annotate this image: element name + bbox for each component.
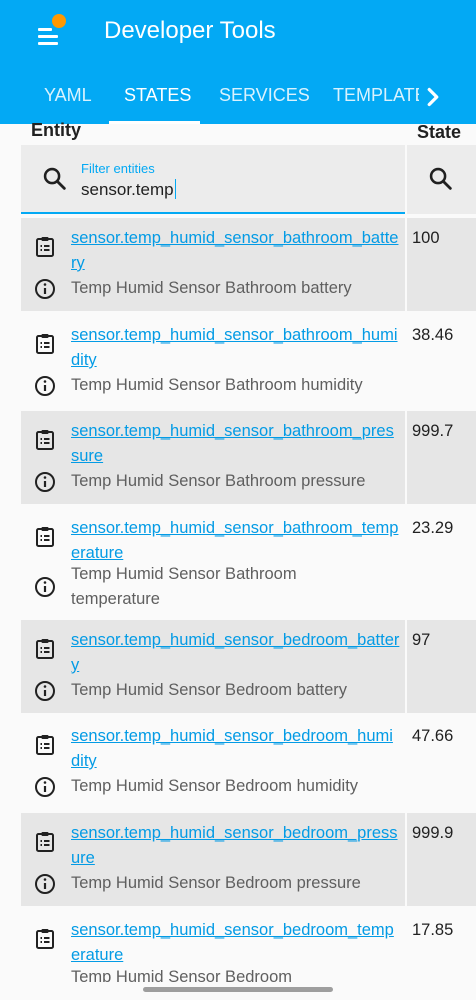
clipboard-list-icon[interactable] (33, 830, 57, 854)
table-row: sensor.temp_humid_sensor_bathroom_humidi… (0, 315, 476, 408)
state-value: 17.85 (412, 921, 454, 939)
state-cell: 100 (407, 218, 476, 311)
entity-id-link[interactable]: sensor.temp_humid_sensor_bedroom_pressur… (71, 821, 401, 871)
filter-input-text: sensor.temp (81, 180, 174, 199)
entity-cell: sensor.temp_humid_sensor_bedroom_humidit… (21, 716, 405, 809)
state-value: 47.66 (412, 727, 454, 745)
friendly-name: Temp Humid Sensor Bedroom battery (71, 681, 348, 699)
friendly-name: Temp Humid Sensor Bedroom pressure (71, 874, 361, 892)
clipboard-list-icon[interactable] (33, 927, 57, 951)
state-cell: 47.66 (407, 716, 476, 809)
table-row: sensor.temp_humid_sensor_bedroom_battery… (0, 620, 476, 713)
state-cell: 38.46 (407, 315, 476, 408)
notification-badge (52, 14, 66, 28)
tab-template[interactable]: TEMPLATE (333, 72, 419, 124)
text-caret (174, 179, 176, 199)
state-cell: 999.7 (407, 411, 476, 504)
entity-id-link[interactable]: sensor.temp_humid_sensor_bathroom_pressu… (71, 419, 401, 469)
clipboard-list-icon[interactable] (33, 733, 57, 757)
filter-label: Filter entities (81, 161, 155, 176)
table-row: sensor.temp_humid_sensor_bedroom_tempera… (0, 910, 476, 982)
table-row: sensor.temp_humid_sensor_bathroom_temper… (0, 508, 476, 616)
entity-id-link[interactable]: sensor.temp_humid_sensor_bathroom_humidi… (71, 323, 401, 373)
clipboard-list-icon[interactable] (33, 428, 57, 452)
entity-cell: sensor.temp_humid_sensor_bedroom_battery… (21, 620, 405, 713)
app-header: Developer Tools YAML STATES SERVICES TEM… (0, 0, 476, 124)
entity-cell: sensor.temp_humid_sensor_bathroom_pressu… (21, 411, 405, 504)
state-filter-field[interactable] (407, 145, 476, 214)
entity-cell: sensor.temp_humid_sensor_bathroom_humidi… (21, 315, 405, 408)
state-value: 97 (412, 631, 431, 649)
table-row: sensor.temp_humid_sensor_bathroom_pressu… (0, 411, 476, 504)
tab-yaml[interactable]: YAML (44, 72, 92, 124)
entity-cell: sensor.temp_humid_sensor_bedroom_tempera… (21, 910, 405, 982)
state-cell: 17.85 (407, 910, 476, 982)
entity-cell: sensor.temp_humid_sensor_bathroom_batter… (21, 218, 405, 311)
table-row: sensor.temp_humid_sensor_bedroom_pressur… (0, 813, 476, 906)
friendly-name: Temp Humid Sensor Bathroom humidity (71, 376, 363, 394)
menu-icon-bar (38, 42, 58, 45)
state-cell: 97 (407, 620, 476, 713)
menu-icon (38, 28, 52, 31)
clipboard-list-icon[interactable] (33, 235, 57, 259)
state-value: 38.46 (412, 326, 454, 344)
state-cell: 999.9 (407, 813, 476, 906)
friendly-name: Temp Humid Sensor Bedroom humidity (71, 777, 359, 795)
entity-filter-field[interactable]: Filter entities sensor.temp (21, 145, 405, 214)
entity-id-link[interactable]: sensor.temp_humid_sensor_bathroom_temper… (71, 516, 401, 566)
friendly-name: Temp Humid Sensor Bathroom temperature (71, 565, 297, 608)
filter-input[interactable]: sensor.temp (81, 179, 176, 200)
state-value: 23.29 (412, 519, 454, 537)
home-indicator[interactable] (143, 987, 333, 992)
state-value: 100 (412, 229, 440, 247)
column-header-entity: Entity (31, 120, 82, 140)
clipboard-list-icon[interactable] (33, 525, 57, 549)
information-outline-icon[interactable] (33, 872, 57, 896)
entity-id-link[interactable]: sensor.temp_humid_sensor_bedroom_battery (71, 628, 401, 678)
table-row: sensor.temp_humid_sensor_bedroom_humidit… (0, 716, 476, 809)
information-outline-icon[interactable] (33, 575, 57, 599)
state-value: 999.9 (412, 824, 454, 842)
tab-states[interactable]: STATES (124, 72, 191, 124)
information-outline-icon[interactable] (33, 374, 57, 398)
clipboard-list-icon[interactable] (33, 332, 57, 356)
information-outline-icon[interactable] (33, 775, 57, 799)
entity-cell: sensor.temp_humid_sensor_bedroom_pressur… (21, 813, 405, 906)
friendly-name: Temp Humid Sensor Bathroom battery (71, 279, 352, 297)
search-icon (43, 167, 66, 190)
menu-button[interactable] (28, 14, 68, 54)
entity-id-link[interactable]: sensor.temp_humid_sensor_bathroom_batter… (71, 226, 401, 276)
table-row: sensor.temp_humid_sensor_bathroom_batter… (0, 218, 476, 311)
state-value: 999.7 (412, 422, 454, 440)
friendly-name: Temp Humid Sensor Bedroom (71, 968, 293, 982)
information-outline-icon[interactable] (33, 277, 57, 301)
clipboard-list-icon[interactable] (33, 637, 57, 661)
entity-id-link[interactable]: sensor.temp_humid_sensor_bedroom_tempera… (71, 918, 401, 968)
entity-id-link[interactable]: sensor.temp_humid_sensor_bedroom_humidit… (71, 724, 401, 774)
state-cell: 23.29 (407, 508, 476, 616)
chevron-right-icon[interactable] (418, 82, 448, 112)
information-outline-icon[interactable] (33, 470, 57, 494)
information-outline-icon[interactable] (33, 679, 57, 703)
tab-services[interactable]: SERVICES (219, 72, 310, 124)
entity-cell: sensor.temp_humid_sensor_bathroom_temper… (21, 508, 405, 616)
friendly-name: Temp Humid Sensor Bathroom pressure (71, 472, 366, 490)
menu-icon-bar (38, 35, 58, 38)
search-icon (429, 167, 452, 190)
column-header-state: State (417, 122, 462, 142)
active-tab-indicator (109, 121, 200, 124)
page-title: Developer Tools (104, 17, 276, 44)
tab-bar: YAML STATES SERVICES TEMPLATE (0, 72, 476, 124)
